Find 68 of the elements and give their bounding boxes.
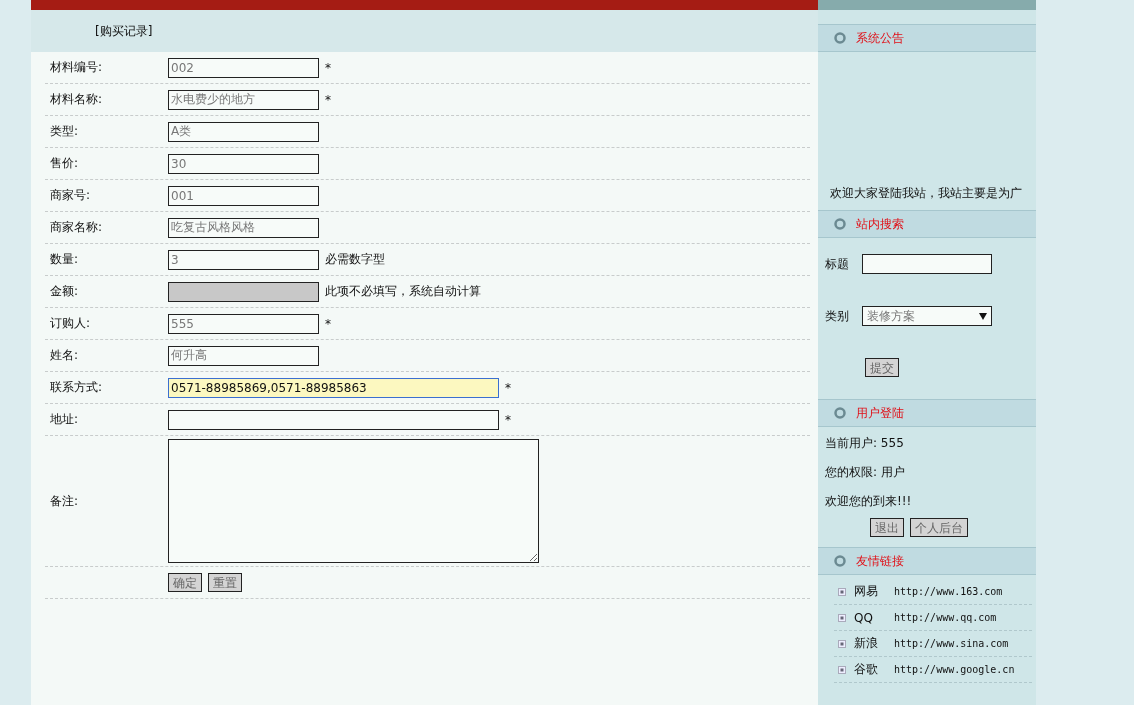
user-button[interactable]: 退出: [870, 518, 904, 537]
input-field[interactable]: 水电费少的地方: [168, 89, 319, 110]
form-button[interactable]: 确定: [168, 573, 202, 592]
field-label: 类别: [825, 307, 849, 325]
field-label: 备注:: [49, 492, 80, 510]
bullet-icon: [838, 639, 846, 648]
link-name[interactable]: 谷歌: [854, 661, 894, 678]
link-url[interactable]: http://www.google.cn: [894, 664, 1015, 675]
bullet-icon: [838, 587, 846, 596]
notice-text: 欢迎大家登陆我站，我站主要是为广: [830, 185, 1022, 202]
field-label: 姓名:: [49, 347, 80, 364]
section-title: 用户登陆: [856, 404, 904, 422]
input-field[interactable]: [168, 409, 499, 430]
field-note: *: [505, 380, 511, 395]
ring-icon: [834, 32, 846, 44]
page-title: [购买记录]: [95, 22, 153, 40]
field-label: 金额:: [49, 283, 80, 300]
link-name[interactable]: 网易: [854, 583, 894, 600]
input-field[interactable]: 001: [168, 185, 319, 206]
input-field[interactable]: 吃复古风格风格: [168, 217, 319, 238]
form-button[interactable]: 重置: [208, 573, 242, 592]
field-label: 商家名称:: [49, 219, 104, 236]
user-info: 欢迎您的到来!!!: [825, 493, 913, 510]
ring-icon: [834, 555, 846, 567]
user-button[interactable]: 个人后台: [910, 518, 968, 537]
link-url[interactable]: http://www.163.com: [894, 586, 1003, 597]
field-note: *: [325, 60, 331, 75]
category-dropdown[interactable]: 装修方案: [862, 306, 992, 326]
input-field[interactable]: 555: [168, 313, 319, 334]
dropdown-value: 装修方案: [867, 307, 915, 325]
search-field[interactable]: [862, 254, 992, 274]
input-field[interactable]: 3: [168, 249, 319, 270]
ring-icon: [834, 407, 846, 419]
dropdown-arrow-icon: [979, 312, 987, 320]
section-title: 站内搜索: [856, 215, 904, 233]
field-note: *: [325, 92, 331, 107]
field-label: 标题: [825, 255, 849, 273]
field-label: 商家号:: [49, 187, 92, 204]
field-label: 联系方式:: [49, 379, 104, 396]
input-field[interactable]: 30: [168, 153, 319, 174]
link-url[interactable]: http://www.sina.com: [894, 638, 1009, 649]
link-url[interactable]: http://www.qq.com: [894, 612, 997, 623]
link-name[interactable]: 新浪: [854, 635, 894, 652]
input-field[interactable]: 0571-88985869,0571-88985863: [168, 377, 499, 398]
link-name[interactable]: QQ: [854, 610, 894, 625]
textarea-field[interactable]: [168, 439, 539, 563]
user-info: 当前用户: 555: [825, 435, 905, 452]
field-label: 订购人:: [49, 315, 92, 332]
field-note: 必需数字型: [325, 251, 385, 268]
submit-button[interactable]: 提交: [865, 358, 899, 377]
field-note: *: [325, 316, 331, 331]
ring-icon: [834, 218, 846, 230]
field-label: 材料编号:: [49, 59, 104, 76]
field-label: 地址:: [49, 411, 80, 428]
section-title: 友情链接: [856, 552, 904, 570]
section-title: 系统公告: [856, 29, 904, 47]
field-note: *: [505, 412, 511, 427]
input-field[interactable]: A类: [168, 121, 319, 142]
field-note: 此项不必填写，系统自动计算: [325, 283, 481, 300]
field-label: 数量:: [49, 251, 80, 268]
input-field[interactable]: 何升高: [168, 345, 319, 366]
bullet-icon: [838, 665, 846, 674]
input-field[interactable]: 002: [168, 57, 319, 78]
field-label: 材料名称:: [49, 91, 104, 108]
field-label: 类型:: [49, 123, 80, 140]
user-info: 您的权限: 用户: [825, 464, 906, 481]
field-label: 售价:: [49, 155, 80, 172]
bullet-icon: [838, 613, 846, 622]
